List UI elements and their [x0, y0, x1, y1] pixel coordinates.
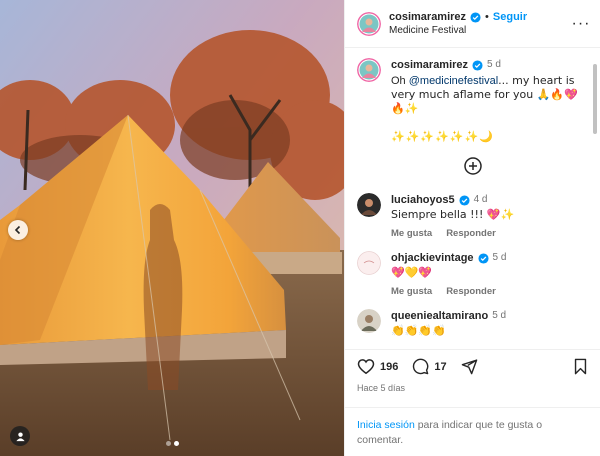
comment-text: Siempre bella !!! 💖✨ — [391, 208, 515, 221]
post-panel: cosimaramirez • Seguir Medicine Festival… — [344, 0, 600, 456]
heart-icon — [357, 359, 375, 375]
avatar[interactable] — [357, 58, 381, 82]
verified-icon — [459, 194, 470, 206]
comment-reply-button[interactable]: Responder — [446, 228, 496, 239]
post-location[interactable]: Medicine Festival — [389, 25, 572, 36]
save-button[interactable] — [573, 358, 588, 375]
post-actions-bar: 196 17 — [345, 349, 600, 383]
separator-dot: • — [485, 11, 489, 23]
login-prompt: Inicia sesión para indicar que te gusta … — [345, 407, 600, 456]
carousel-indicator — [0, 441, 344, 446]
scrollbar-thumb[interactable] — [593, 64, 597, 134]
comment-time[interactable]: 5 d — [492, 309, 506, 323]
verified-icon — [470, 11, 481, 23]
post-header: cosimaramirez • Seguir Medicine Festival… — [345, 0, 600, 48]
caption-time[interactable]: 5 d — [487, 58, 501, 72]
post-photo — [0, 0, 344, 456]
like-button[interactable]: 196 — [357, 358, 398, 375]
comment-item: luciahoyos5 4 d Siempre bella !!! 💖✨ Me … — [357, 193, 588, 239]
tent-photo — [0, 0, 344, 456]
comment-time[interactable]: 4 d — [474, 193, 488, 207]
comment-text: 👏👏👏👏 — [391, 324, 446, 337]
comment-username[interactable]: luciahoyos5 — [391, 193, 455, 207]
caption-text: Oh @medicinefestival... my heart is very… — [391, 74, 588, 116]
post-author-username[interactable]: cosimaramirez — [389, 11, 466, 23]
caption-text-prefix: Oh — [391, 75, 409, 87]
follow-button[interactable]: Seguir — [493, 11, 527, 23]
verified-icon — [472, 59, 483, 71]
comment-count[interactable]: 17 — [434, 361, 446, 373]
comment-item: ohjackievintage 5 d 💖💛💖 Me gusta Respond… — [357, 251, 588, 297]
avatar[interactable] — [357, 309, 381, 333]
caption-emoji-line: ✨✨✨✨✨✨🌙 — [391, 130, 494, 143]
mention-link[interactable]: @medicinefestival — [409, 75, 498, 87]
comment-reply-button[interactable]: Responder — [446, 286, 496, 297]
comment-username[interactable]: queeniealtamirano — [391, 309, 488, 323]
comment-username[interactable]: ohjackievintage — [391, 251, 474, 265]
carousel-dot-active — [173, 441, 179, 446]
comments-scrollbar[interactable] — [592, 54, 598, 344]
carousel-dot — [165, 441, 171, 446]
comment-item: queeniealtamirano 5 d 👏👏👏👏 — [357, 309, 588, 338]
avatar[interactable] — [357, 11, 381, 36]
comment-time[interactable]: 5 d — [493, 251, 507, 265]
comment-button[interactable]: 17 — [412, 358, 447, 375]
caption-username[interactable]: cosimaramirez — [391, 58, 468, 72]
comment-text: 💖💛💖 — [391, 266, 433, 279]
avatar[interactable] — [357, 251, 381, 275]
more-icon: ··· — [571, 14, 591, 32]
share-button[interactable] — [461, 358, 478, 375]
previous-image-button[interactable] — [8, 220, 28, 240]
comment-like-button[interactable]: Me gusta — [391, 286, 432, 297]
like-count[interactable]: 196 — [380, 361, 398, 373]
post-time-ago[interactable]: Hace 5 días — [345, 383, 600, 397]
login-link[interactable]: Inicia sesión — [357, 419, 415, 431]
user-tag-icon — [15, 431, 25, 441]
share-icon — [461, 359, 477, 375]
add-circle-icon — [463, 157, 482, 175]
comment-icon — [413, 358, 429, 375]
comments-list[interactable]: cosimaramirez 5 d Oh @medicinefestival..… — [345, 48, 600, 349]
chevron-left-icon — [14, 225, 21, 235]
verified-icon — [478, 252, 489, 264]
load-more-comments-button[interactable] — [357, 157, 588, 175]
avatar[interactable] — [357, 193, 381, 217]
post-caption: cosimaramirez 5 d Oh @medicinefestival..… — [357, 58, 588, 143]
bookmark-icon — [574, 358, 587, 375]
more-options-button[interactable]: ··· — [572, 15, 590, 33]
comment-like-button[interactable]: Me gusta — [391, 228, 432, 239]
